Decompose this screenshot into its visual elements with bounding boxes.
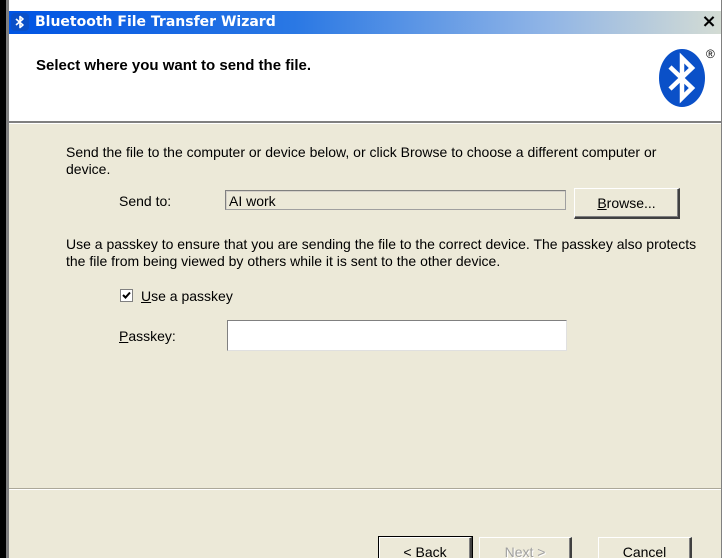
title-bar[interactable]: Bluetooth File Transfer Wizard × xyxy=(9,11,722,34)
top-strip xyxy=(9,0,722,11)
send-to-field: AI work xyxy=(225,190,566,210)
next-button-mnemonic: N xyxy=(504,544,515,558)
send-to-label: Send to: xyxy=(119,193,172,209)
next-button-label: ext > xyxy=(514,544,546,558)
back-button-prefix: < xyxy=(403,544,416,558)
next-button[interactable]: Next > xyxy=(479,537,572,558)
browse-button-label: rowse... xyxy=(606,195,656,211)
intro-text: Send the file to the computer or device … xyxy=(66,144,657,177)
wizard-body: Send the file to the computer or device … xyxy=(9,124,722,558)
registered-mark: ® xyxy=(706,47,715,61)
back-button-mnemonic: B xyxy=(415,544,425,558)
passkey-label-text: asskey: xyxy=(128,328,176,344)
screen: Bluetooth File Transfer Wizard × Select … xyxy=(0,0,722,558)
passkey-mnemonic: P xyxy=(119,328,129,344)
use-passkey-label[interactable]: Use a passkey xyxy=(141,288,233,304)
use-passkey-checkbox[interactable] xyxy=(120,289,133,302)
page-title: Select where you want to send the file. xyxy=(36,57,312,74)
close-icon: × xyxy=(701,11,717,32)
window-title: Bluetooth File Transfer Wizard xyxy=(35,14,276,30)
cancel-button[interactable]: Cancel xyxy=(598,537,692,558)
passkey-description: Use a passkey to ensure that you are sen… xyxy=(66,236,697,269)
bluetooth-icon xyxy=(11,13,29,31)
browse-button-mnemonic: B xyxy=(597,195,607,211)
browse-button[interactable]: Browse... xyxy=(574,188,680,219)
use-passkey-mnemonic: U xyxy=(141,288,152,304)
checkmark-icon xyxy=(122,291,131,299)
bluetooth-logo-icon xyxy=(658,48,706,108)
wizard-header: Select where you want to send the file. … xyxy=(9,34,722,121)
close-button[interactable]: × xyxy=(700,11,718,33)
passkey-input[interactable] xyxy=(227,320,567,351)
passkey-label: Passkey: xyxy=(119,328,176,344)
footer-divider xyxy=(9,488,722,490)
back-button[interactable]: < Back xyxy=(378,536,473,558)
back-button-label: ack xyxy=(424,544,447,558)
use-passkey-label-text: se a passkey xyxy=(151,288,233,304)
